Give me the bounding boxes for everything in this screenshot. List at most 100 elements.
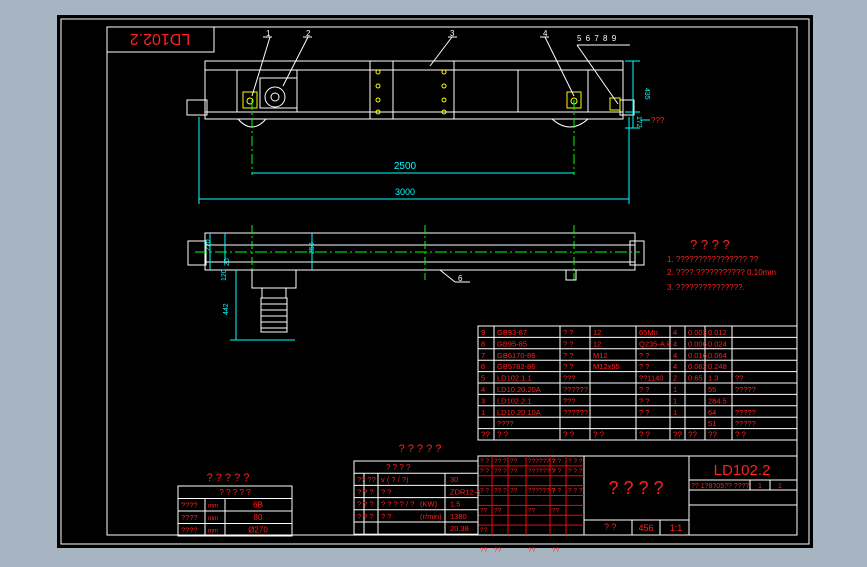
tb-cell: ? ? ? — [568, 468, 583, 475]
bom-cell: ??? — [563, 374, 576, 383]
tb-cell: ? ? — [552, 488, 561, 495]
tb-cell: ?? — [528, 507, 536, 514]
spec-cell: ? ? — [381, 487, 391, 496]
tb-cell: ?? — [480, 507, 488, 514]
tb-cell: ?? — [494, 507, 502, 514]
tb-label: ? ? — [604, 522, 617, 532]
bom-cell: M12 — [593, 351, 608, 360]
tb-cell: ?? ? — [494, 458, 507, 465]
small-cell: ???? — [181, 501, 198, 510]
bom-cell: 2 — [673, 374, 677, 383]
callout-3: 3 — [450, 29, 455, 38]
dim-220: 220 — [205, 239, 212, 251]
bom-cell: 5 — [481, 374, 485, 383]
bom-cell: 0.062 — [688, 362, 707, 371]
bom-header-cell: ? ? — [735, 431, 747, 440]
dim-435: 435 — [643, 88, 650, 100]
bom-cell: ? ? — [563, 328, 573, 337]
dim-250: 250 — [309, 242, 316, 254]
spec-cell: ZDR12-4 — [450, 487, 480, 496]
bom-cell: 0.064 — [708, 351, 727, 360]
tb-cell: ? ? — [480, 488, 489, 495]
drawing-name: ? ? ? ? — [608, 478, 663, 498]
bom-cell: LD10.20.10A — [497, 408, 541, 417]
bom-cell: ?????? — [563, 385, 588, 394]
canvas-background — [57, 15, 813, 548]
bom-header-cell: ? ? — [497, 431, 509, 440]
bom-cell: 3 — [481, 396, 485, 405]
bom-cell: GB5782-86 — [497, 362, 535, 371]
tb-cell: ?? — [552, 547, 560, 554]
bom-cell: ? ? — [563, 351, 573, 360]
tb-cell: ?? — [510, 468, 518, 475]
weight: 456 — [638, 523, 653, 533]
spec-cell: 30 — [450, 475, 458, 484]
bom-cell: 9 — [481, 328, 485, 337]
spec-cell: 20.38 — [450, 524, 469, 533]
drawing-canvas[interactable]: LD102.2 1 2 3 4 5 6 7 8 9 2500 3000 435 … — [0, 0, 867, 562]
bom-cell: 51 — [708, 419, 716, 428]
small-cell: mm — [208, 504, 218, 510]
callout-6: 6 — [458, 274, 463, 283]
bom-cell: ??1140 — [639, 374, 663, 383]
bom-header-cell: ? ? — [563, 431, 575, 440]
bom-cell: GB93-87 — [497, 328, 527, 337]
bom-header-cell: ?? — [708, 431, 717, 440]
spec-cell: 1.5 — [450, 500, 460, 509]
callout-4: 4 — [543, 29, 548, 38]
bom-cell: 0.248 — [708, 362, 727, 371]
spec-cell: ? ? ? — [357, 487, 374, 496]
dim-unknown: ??? — [651, 116, 665, 125]
bom-header-cell: ? ? — [593, 431, 605, 440]
bom-cell: ?????? — [563, 408, 588, 417]
bom-cell: LD102.2.1 — [497, 396, 532, 405]
note-3: 3. ???????????????. — [667, 283, 745, 292]
tb-cell: ?? — [552, 507, 560, 514]
cad-window: LD102.2 1 2 3 4 5 6 7 8 9 2500 3000 435 … — [0, 0, 867, 562]
bom-header-cell: ?? — [673, 431, 682, 440]
spec-cell: (r/min) — [420, 512, 442, 521]
dim-3000: 3000 — [395, 187, 415, 197]
bom-cell: M12x55 — [593, 362, 620, 371]
small-cell: ???? — [181, 526, 198, 535]
tb-cell: ? ? — [480, 468, 489, 475]
spec-cell: v ( ? / ?) — [381, 475, 409, 484]
bom-cell: 4 — [673, 351, 677, 360]
scale: 1:1 — [670, 523, 683, 533]
tb-cell: ? ? — [552, 468, 561, 475]
tb-cell: ?? — [480, 547, 488, 554]
bom-cell: LD10.20.20A — [497, 385, 541, 394]
bom-cell: 12 — [593, 328, 601, 337]
company-text: ?? 1?8?05?? ???? — [691, 483, 749, 490]
bom-cell: 0.006 — [688, 339, 707, 348]
bom-cell: 4 — [673, 362, 677, 371]
bom-cell: 1.3 — [708, 374, 718, 383]
bom-cell: ?? — [735, 374, 743, 383]
bom-cell: ? ? — [563, 362, 573, 371]
note-1: 1. ???????????????? ?? — [667, 255, 759, 264]
bom-cell: GB95-85 — [497, 339, 527, 348]
bom-cell: 1 — [673, 396, 677, 405]
bom-cell: LD102.1.1 — [497, 374, 532, 383]
bom-cell: 7 — [481, 351, 485, 360]
spec-cell: ?? ?? — [357, 475, 376, 484]
bom-cell: ???? — [497, 419, 514, 428]
bom-cell: 0.016 — [688, 351, 707, 360]
small-cell: mm — [208, 516, 218, 522]
bom-cell: 64 — [708, 408, 716, 417]
note-2: 2. ????.??????????? 0.10mm — [667, 268, 776, 277]
bom-cell: 65Mn — [639, 328, 658, 337]
spec-cell: ? ? ? — [357, 500, 374, 509]
spec-cell: ? ? ? ? / ? — [381, 500, 414, 509]
bom-cell: ? ? — [563, 339, 573, 348]
tb-cell: ? ? ? — [568, 488, 583, 495]
tb-cell: ?? — [510, 458, 518, 465]
sheet-total: 1 — [778, 483, 782, 490]
tb-cell: ?? — [494, 547, 502, 554]
bom-cell: 8 — [481, 339, 485, 348]
bom-cell: 6 — [481, 362, 485, 371]
tb-cell: ?? — [528, 547, 536, 554]
bom-cell: ? ? — [639, 408, 649, 417]
bom-cell: 4 — [673, 328, 677, 337]
callout-2: 2 — [306, 29, 311, 38]
